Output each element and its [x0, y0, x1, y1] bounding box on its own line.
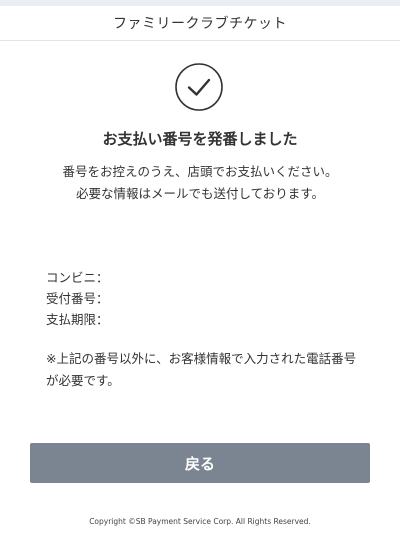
- instruction-line-1: 番号をお控えのうえ、店頭でお支払いください。: [62, 164, 338, 179]
- copyright-text: Copyright ©SB Payment Service Corp. All …: [89, 517, 311, 526]
- instruction-message: 番号をお控えのうえ、店頭でお支払いください。 必要な情報はメールでも送付しており…: [20, 161, 380, 205]
- phone-number-note: ※上記の番号以外に、お客様情報で入力された電話番号が必要です。: [46, 351, 357, 388]
- back-button-label: 戻る: [184, 454, 215, 473]
- status-heading: お支払い番号を発番しました: [102, 130, 298, 148]
- payment-deadline-label: 支払期限：: [46, 312, 109, 327]
- page-header: ファミリークラブチケット: [0, 6, 400, 41]
- reception-number-label: 受付番号：: [46, 291, 109, 306]
- convenience-store-label: コンビニ：: [46, 270, 109, 285]
- page-title: ファミリークラブチケット: [113, 16, 287, 32]
- check-circle-icon: [175, 63, 223, 111]
- instruction-line-2: 必要な情報はメールでも送付しております。: [75, 186, 324, 201]
- back-button[interactable]: 戻る: [30, 443, 370, 483]
- payment-info: コンビニ： 受付番号： 支払期限：: [46, 267, 109, 330]
